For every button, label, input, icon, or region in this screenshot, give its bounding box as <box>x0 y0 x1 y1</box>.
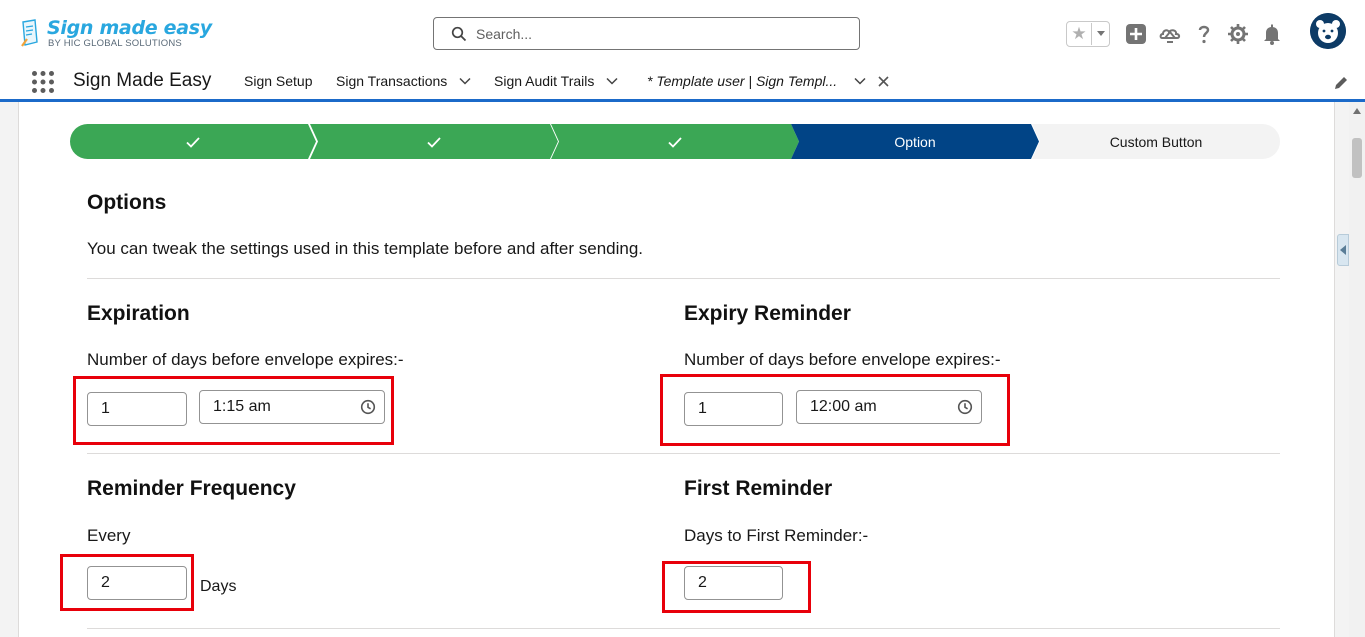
expiration-title: Expiration <box>87 302 190 325</box>
bell-icon <box>1264 24 1280 45</box>
gear-icon <box>1228 24 1248 44</box>
nav-item-sign-transactions[interactable]: Sign Transactions <box>336 73 472 89</box>
favorites-menu-button[interactable] <box>1091 23 1109 45</box>
path-step-custom-button[interactable]: Custom Button <box>1032 124 1280 159</box>
header-toolbar: ★ <box>1066 16 1295 52</box>
close-icon[interactable] <box>877 75 890 88</box>
expiration-label: Number of days before envelope expires:- <box>87 350 404 369</box>
trailhead-button[interactable] <box>1159 23 1181 45</box>
logo-subtitle: BY HIC GLOBAL SOLUTIONS <box>48 38 182 49</box>
chevron-down-icon <box>1096 31 1105 36</box>
path-step-label: Option <box>894 133 936 150</box>
global-header: Sign made easy BY HIC GLOBAL SOLUTIONS ★ <box>0 0 1365 66</box>
nav-item-sign-audit-trails[interactable]: Sign Audit Trails <box>494 73 619 89</box>
bear-avatar-icon <box>1310 13 1346 49</box>
side-panel-toggle[interactable] <box>1337 234 1349 266</box>
star-icon[interactable]: ★ <box>1067 22 1091 46</box>
waffle-icon <box>32 71 54 93</box>
vertical-scrollbar[interactable] <box>1349 102 1365 637</box>
expiry-reminder-label: Number of days before envelope expires:- <box>684 350 1001 369</box>
tab-template-user[interactable]: * Template user | Sign Templ... <box>647 73 890 89</box>
reminder-frequency-title: Reminder Frequency <box>87 477 296 500</box>
chevron-down-icon[interactable] <box>605 74 619 88</box>
first-reminder-title: First Reminder <box>684 477 833 500</box>
nav-item-label: Sign Setup <box>244 73 313 89</box>
app-navigation: Sign Made Easy Sign Setup Sign Transacti… <box>0 66 1365 102</box>
check-icon <box>668 136 682 148</box>
plus-icon <box>1126 24 1146 44</box>
divider <box>87 453 1280 454</box>
chevron-down-icon[interactable] <box>853 74 867 88</box>
global-actions-button[interactable] <box>1125 23 1147 45</box>
divider <box>87 278 1280 279</box>
app-launcher-button[interactable] <box>31 70 55 94</box>
path-step-label: Custom Button <box>1109 133 1203 150</box>
nav-item-label: Sign Transactions <box>336 73 448 89</box>
notifications-button[interactable] <box>1261 23 1283 45</box>
pencil-icon[interactable] <box>1333 75 1349 91</box>
path-step-3[interactable] <box>551 124 799 159</box>
highlight-box <box>73 376 394 445</box>
expiry-reminder-title: Expiry Reminder <box>684 302 851 325</box>
highlight-box <box>60 554 194 611</box>
nav-item-sign-setup[interactable]: Sign Setup <box>244 73 313 89</box>
scroll-thumb[interactable] <box>1352 138 1362 178</box>
reminder-frequency-label: Every <box>87 526 131 545</box>
options-description: You can tweak the settings used in this … <box>87 239 644 258</box>
tab-label: * Template user | Sign Templ... <box>647 73 838 89</box>
path-step-option[interactable]: Option <box>791 124 1039 159</box>
check-icon <box>427 136 441 148</box>
scroll-up-arrow[interactable] <box>1353 108 1361 114</box>
highlight-box <box>662 561 811 613</box>
path-step-1[interactable] <box>70 124 316 159</box>
divider <box>87 628 1280 629</box>
help-button[interactable] <box>1193 23 1215 45</box>
app-name: Sign Made Easy <box>73 70 212 91</box>
chevron-down-icon[interactable] <box>458 74 472 88</box>
options-title: Options <box>87 191 167 214</box>
global-search[interactable] <box>433 17 860 50</box>
setup-button[interactable] <box>1227 23 1249 45</box>
search-input[interactable] <box>476 25 836 42</box>
app-logo[interactable]: Sign made easy BY HIC GLOBAL SOLUTIONS <box>18 16 218 52</box>
check-icon <box>186 136 200 148</box>
cloud-mountain-icon <box>1159 29 1181 43</box>
progress-path: Option Custom Button <box>70 124 1280 159</box>
nav-item-label: Sign Audit Trails <box>494 73 595 89</box>
search-icon <box>451 26 467 41</box>
favorites-group: ★ <box>1066 21 1110 47</box>
user-avatar[interactable] <box>1310 13 1346 49</box>
sign-document-icon <box>21 19 38 47</box>
reminder-frequency-unit: Days <box>200 578 237 595</box>
question-icon <box>1198 25 1210 44</box>
first-reminder-label: Days to First Reminder:- <box>684 526 869 545</box>
logo-title: Sign made easy <box>47 17 212 39</box>
highlight-box <box>660 374 1010 446</box>
path-step-2[interactable] <box>310 124 558 159</box>
